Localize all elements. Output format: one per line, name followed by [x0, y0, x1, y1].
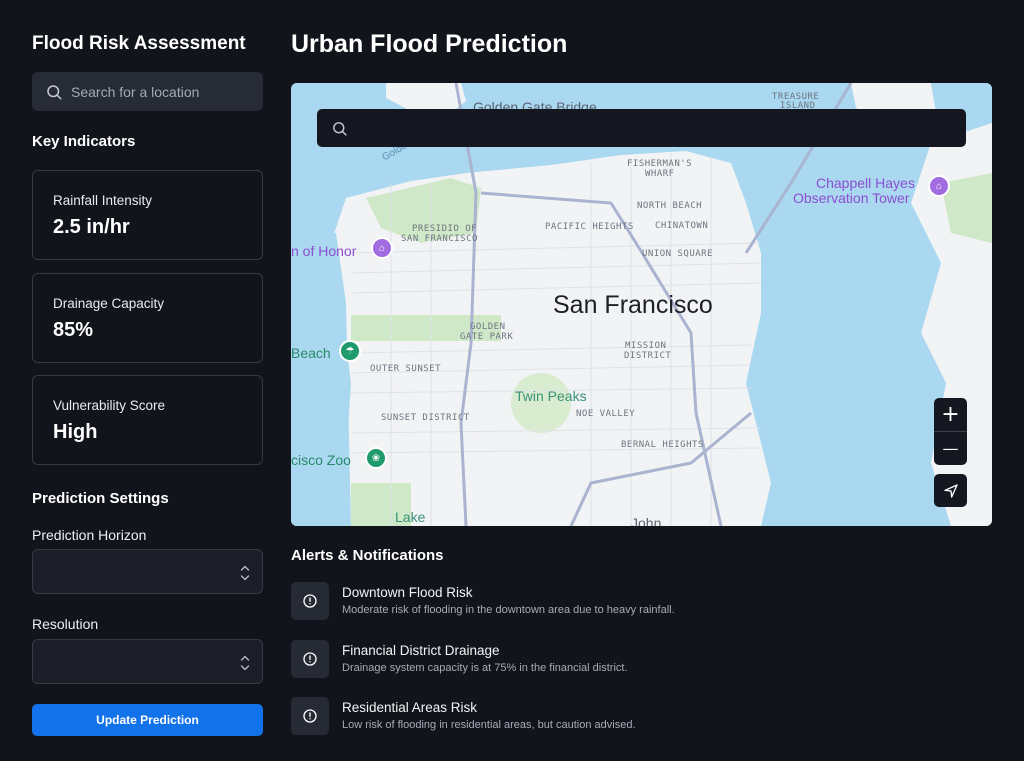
map-neighborhood-label: BERNAL HEIGHTS — [621, 440, 704, 450]
map-neighborhood-label: PRESIDIO OF — [412, 224, 478, 234]
poi-label: John — [631, 515, 662, 526]
poi-label: Lake — [395, 509, 426, 525]
map-neighborhood-label: SAN FRANCISCO — [401, 234, 478, 244]
navigation-arrow-icon — [943, 483, 958, 498]
poi-label: n of Honor — [291, 243, 357, 259]
map-neighborhood-label: OUTER SUNSET — [370, 364, 442, 374]
city-label: San Francisco — [553, 291, 713, 319]
poi-label: Twin Peaks — [515, 388, 587, 404]
alert-description: Moderate risk of flooding in the downtow… — [342, 604, 675, 616]
indicator-label: Rainfall Intensity — [53, 193, 153, 208]
poi-label: Observation Tower — [793, 190, 910, 206]
poi-label: Beach — [291, 345, 331, 361]
map-neighborhood-label: WHARF — [645, 169, 675, 179]
alert-icon-box — [291, 640, 329, 678]
indicator-label: Drainage Capacity — [53, 296, 165, 311]
indicator-value: High — [53, 421, 98, 443]
indicator-card-rainfall: Rainfall Intensity 2.5 in/hr — [32, 170, 263, 260]
zoom-out-button[interactable]: — — [934, 432, 967, 465]
alert-description: Low risk of flooding in residential area… — [342, 719, 636, 731]
landmark-pin-icon[interactable]: ⌂ — [928, 175, 950, 197]
map-neighborhood-label: NORTH BEACH — [637, 201, 703, 211]
indicator-card-vulnerability: Vulnerability Score High — [32, 375, 263, 465]
map-neighborhood-label: FISHERMAN'S — [627, 159, 693, 169]
map-neighborhood-label: UNION SQUARE — [642, 249, 714, 259]
map-neighborhood-label: PACIFIC HEIGHTS — [545, 222, 634, 232]
key-indicators-title: Key Indicators — [32, 133, 136, 150]
prediction-horizon-label: Prediction Horizon — [32, 527, 147, 543]
indicator-value: 85% — [53, 319, 94, 341]
alert-item[interactable]: Downtown Flood Risk Moderate risk of flo… — [291, 582, 991, 622]
zoom-controls: + — — [934, 398, 967, 465]
prediction-settings-title: Prediction Settings — [32, 490, 169, 507]
location-search-input[interactable] — [71, 83, 251, 100]
beach-pin-icon[interactable]: ☂ — [339, 340, 361, 362]
map-neighborhood-label: DISTRICT — [624, 351, 672, 361]
map-neighborhood-label: CHINATOWN — [655, 221, 709, 231]
alert-circle-icon — [303, 594, 317, 608]
indicator-card-drainage: Drainage Capacity 85% — [32, 273, 263, 363]
prediction-horizon-select[interactable] — [32, 549, 263, 594]
alert-circle-icon — [303, 652, 317, 666]
alert-title: Financial District Drainage — [342, 643, 500, 658]
update-prediction-button[interactable]: Update Prediction — [32, 704, 263, 736]
chevron-up-down-icon — [240, 565, 250, 581]
search-icon — [47, 84, 62, 99]
map-search-bar[interactable] — [317, 109, 966, 147]
locate-button[interactable] — [934, 474, 967, 507]
indicator-value: 2.5 in/hr — [53, 216, 130, 238]
app-title: Flood Risk Assessment — [32, 33, 246, 54]
poi-label: cisco Zoo — [291, 452, 351, 468]
page-title: Urban Flood Prediction — [291, 30, 568, 58]
zoom-in-button[interactable]: + — [934, 398, 967, 431]
map-neighborhood-label: GATE PARK — [460, 332, 514, 342]
museum-pin-icon[interactable]: ⌂ — [371, 237, 393, 259]
alert-item[interactable]: Residential Areas Risk Low risk of flood… — [291, 697, 991, 737]
map-neighborhood-label: NOE VALLEY — [576, 409, 636, 419]
alerts-title: Alerts & Notifications — [291, 547, 444, 564]
indicator-label: Vulnerability Score — [53, 398, 166, 413]
alert-item[interactable]: Financial District Drainage Drainage sys… — [291, 640, 991, 680]
alert-icon-box — [291, 582, 329, 620]
alert-description: Drainage system capacity is at 75% in th… — [342, 662, 628, 674]
alert-icon-box — [291, 697, 329, 735]
resolution-label: Resolution — [32, 616, 99, 632]
map-neighborhood-label: GOLDEN — [470, 322, 506, 332]
search-icon — [333, 121, 347, 136]
location-search-box[interactable] — [32, 72, 263, 111]
poi-label: Chappell Hayes — [816, 175, 915, 191]
resolution-select[interactable] — [32, 639, 263, 684]
chevron-up-down-icon — [240, 655, 250, 671]
map-neighborhood-label: SUNSET DISTRICT — [381, 413, 470, 423]
flood-map[interactable]: FISHERMAN'S WHARF NORTH BEACH PACIFIC HE… — [291, 83, 992, 526]
alert-title: Downtown Flood Risk — [342, 585, 473, 600]
map-neighborhood-label: MISSION — [625, 341, 667, 351]
zoo-pin-icon[interactable]: ❀ — [365, 447, 387, 469]
alert-circle-icon — [303, 709, 317, 723]
alert-title: Residential Areas Risk — [342, 700, 478, 715]
